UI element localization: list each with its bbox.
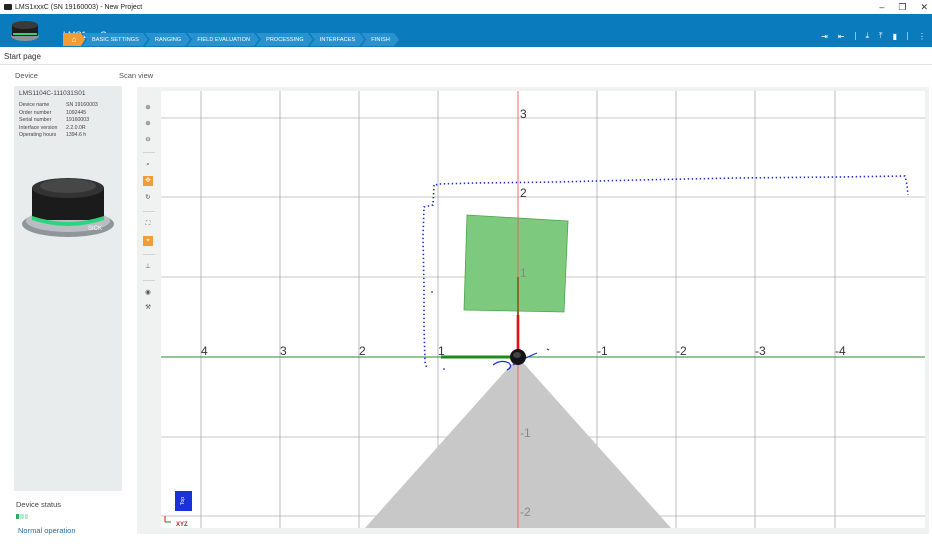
- info-row: Interface version 2.2.0.0R: [19, 125, 98, 133]
- close-button[interactable]: ✕: [920, 2, 928, 13]
- top-view-button[interactable]: Top: [175, 491, 192, 511]
- zoom-in-icon[interactable]: ⊕: [143, 119, 153, 129]
- info-row: Serial number 19160003: [19, 117, 98, 125]
- x-tick-label: 1: [438, 344, 445, 358]
- x-tick-label: -2: [676, 344, 687, 358]
- info-value: 1394.6 h: [66, 132, 87, 139]
- login-icon[interactable]: ⇥: [821, 32, 828, 41]
- wizard-steps: ⌂ BASIC SETTINGS RANGING FIELD EVALUATIO…: [63, 33, 399, 46]
- device-section-title: Device: [15, 71, 38, 80]
- y-tick-label: -2: [520, 505, 531, 519]
- window-controls: – ❐ ✕: [879, 0, 928, 14]
- divider: [907, 32, 908, 40]
- info-key: Operating hours: [19, 132, 57, 139]
- minimize-button[interactable]: –: [879, 2, 884, 12]
- pan-icon[interactable]: ✥: [143, 176, 153, 186]
- fit-view-icon[interactable]: ⛶: [143, 219, 153, 229]
- zoom-out-icon[interactable]: ⊖: [143, 135, 153, 145]
- rotate-icon[interactable]: ↻: [143, 193, 153, 203]
- download-icon[interactable]: ⤓: [866, 31, 870, 41]
- info-row: Device name SN 19160003: [19, 102, 98, 110]
- upload-icon[interactable]: ⤒: [879, 31, 883, 41]
- breadcrumb: Start page: [4, 52, 41, 61]
- device-image: SICK: [22, 178, 114, 237]
- status-title: Device status: [16, 500, 62, 509]
- window-title: LMS1xxxC (SN 19160003) - New Project: [15, 3, 143, 11]
- status-indicator: [16, 514, 28, 519]
- top-view-label: Top: [180, 496, 187, 506]
- axis-indicator-label: XYZ: [176, 522, 188, 528]
- step-basic-settings[interactable]: BASIC SETTINGS: [82, 33, 148, 46]
- wrench-icon[interactable]: ⚒: [143, 303, 153, 313]
- home-step[interactable]: ⌂: [63, 33, 85, 46]
- info-value: SN 19160003: [66, 102, 98, 108]
- trash-icon[interactable]: ▮: [893, 32, 897, 41]
- info-value: 1092445: [66, 109, 87, 116]
- step-finish[interactable]: FINISH: [361, 33, 399, 46]
- info-row: Operating hours 1394.6 h: [19, 132, 98, 140]
- y-tick-label: 3: [520, 107, 527, 121]
- scan-view[interactable]: 4 3 2 1 -1 -2 -3 -4 3 2 1 -1 -2: [137, 87, 929, 534]
- x-tick-label: 2: [359, 344, 366, 358]
- divider: [0, 64, 932, 65]
- status-text: Normal operation: [18, 526, 76, 535]
- info-key: Serial number: [19, 117, 52, 124]
- center-icon[interactable]: ⌖: [143, 236, 153, 246]
- device-thumbnail: [11, 21, 39, 41]
- maximize-button[interactable]: ❐: [898, 2, 906, 13]
- logout-icon[interactable]: ⇤: [838, 32, 845, 41]
- scan-canvas[interactable]: 4 3 2 1 -1 -2 -3 -4 3 2 1 -1 -2: [137, 87, 929, 534]
- info-row: Order number 1092445: [19, 110, 98, 118]
- divider: [854, 32, 856, 40]
- x-tick-label: 3: [280, 344, 287, 358]
- axes-icon[interactable]: ⊥: [143, 262, 153, 272]
- y-tick-label: 2: [520, 186, 527, 200]
- device-panel: LMS1104C-111031S01 Device name SN 1916000…: [14, 86, 122, 491]
- eye-icon[interactable]: ◉: [143, 288, 153, 298]
- status-bar-segment: [20, 514, 24, 519]
- x-tick-label: -4: [835, 344, 846, 358]
- device-model: LMS1104C-111031S01: [19, 90, 86, 97]
- app-icon: [4, 4, 12, 10]
- y-tick-label: 1: [520, 266, 527, 280]
- y-tick-label: -1: [520, 426, 531, 440]
- info-key: Device name: [19, 102, 50, 108]
- x-tick-label: -1: [597, 344, 608, 358]
- step-ranging[interactable]: RANGING: [145, 33, 190, 46]
- step-field-evaluation[interactable]: FIELD EVALUATION: [187, 33, 259, 46]
- status-bar-segment: [24, 514, 28, 519]
- info-value: 19160003: [66, 117, 90, 124]
- divider: [143, 254, 155, 255]
- divider: [143, 280, 155, 281]
- scan-point: [431, 291, 433, 293]
- step-interfaces[interactable]: INTERFACES: [310, 33, 365, 46]
- info-key: Interface version: [19, 124, 58, 131]
- more-icon[interactable]: ⋮: [918, 32, 926, 41]
- step-processing[interactable]: PROCESSING: [256, 33, 313, 46]
- divider: [143, 211, 155, 212]
- info-key: Order number: [19, 109, 52, 116]
- axis-indicator: XYZ: [164, 516, 188, 528]
- x-tick-label: 4: [201, 344, 208, 358]
- app-window: LMS1xxxC (SN 19160003) - New Project – ❐…: [0, 0, 932, 544]
- info-value: 2.2.0.0R: [66, 124, 86, 131]
- title-bar: LMS1xxxC (SN 19160003) - New Project – ❐…: [0, 0, 932, 14]
- sensor-origin-highlight: [513, 352, 521, 358]
- brand-logo: SICK: [88, 226, 102, 232]
- x-tick-label: -3: [755, 344, 766, 358]
- evaluation-field[interactable]: [463, 214, 569, 313]
- device-info-table: Device name SN 19160003 Order number 10924…: [19, 102, 98, 140]
- home-icon: ⌂: [71, 35, 77, 44]
- magnifier-icon[interactable]: ⌕: [143, 160, 153, 170]
- zoom-in-icon[interactable]: ⊕: [143, 103, 153, 113]
- divider: [143, 152, 155, 153]
- scan-section-title: Scan view: [119, 71, 154, 80]
- scan-point: [443, 368, 445, 370]
- header-actions: ⇥ ⇤ ⤓ ⤒ ▮ ⋮: [821, 31, 926, 41]
- status-bar-segment: [16, 514, 20, 519]
